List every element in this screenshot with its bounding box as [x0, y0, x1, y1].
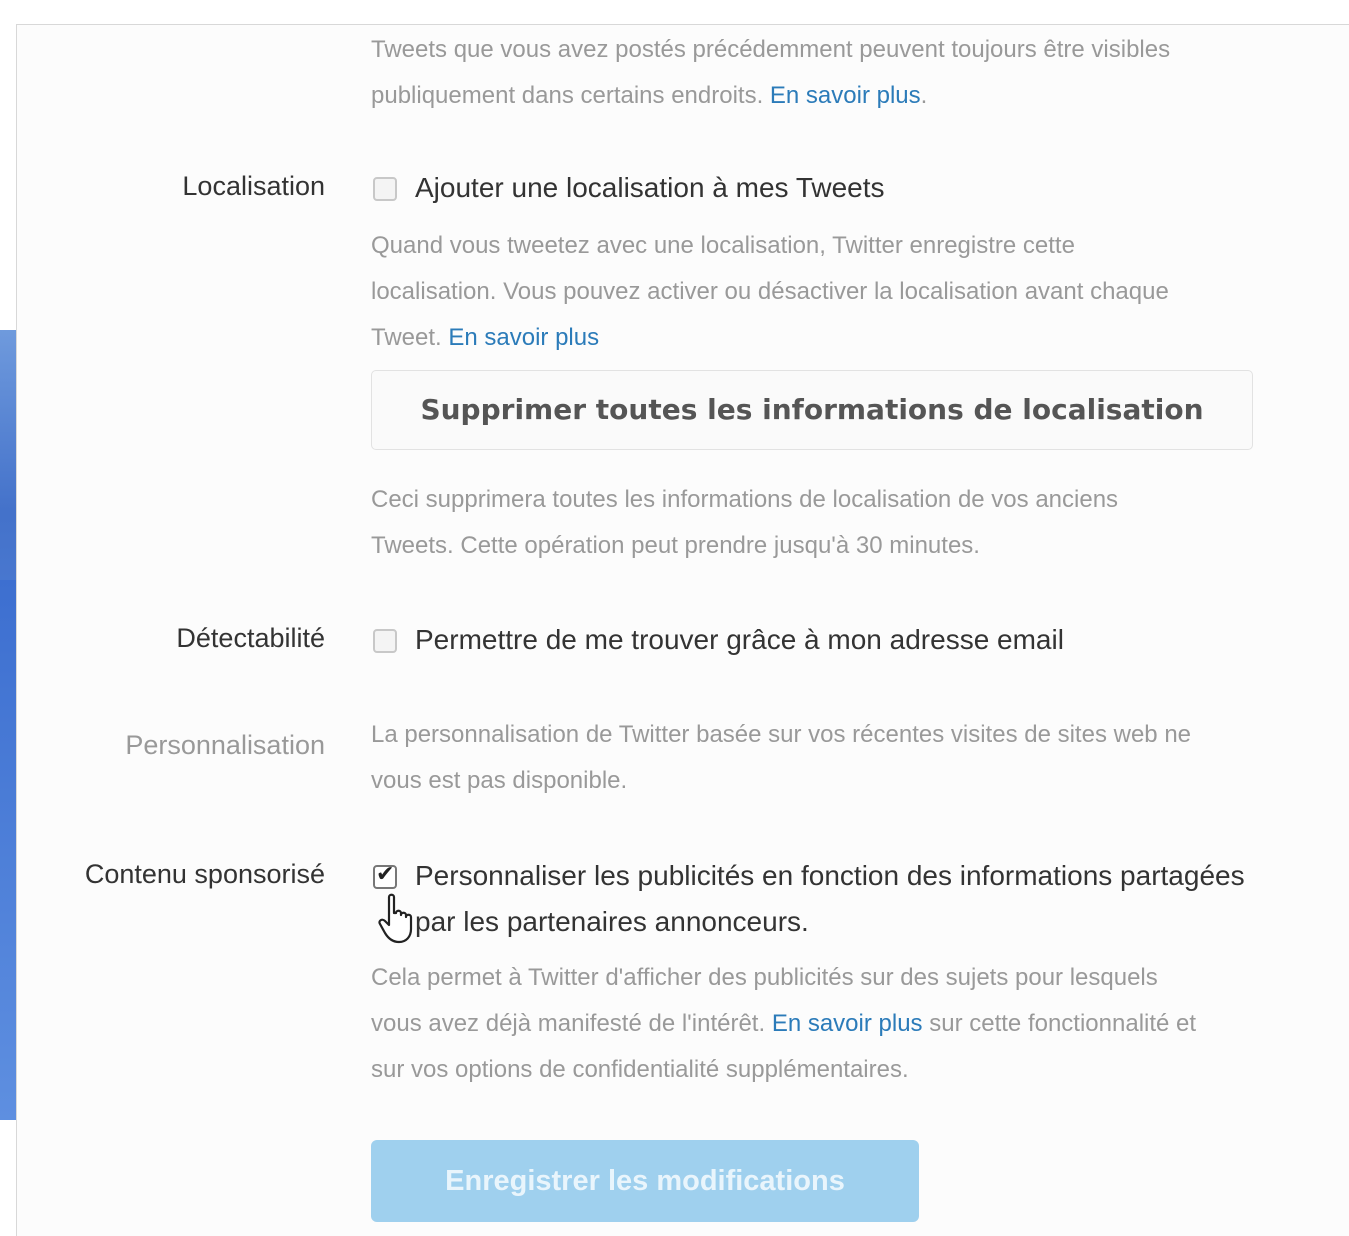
sponsored-content-checkbox-label-line2[interactable]: par les partenaires annonceurs.: [415, 899, 1245, 945]
previous-tweets-help-line2: publiquement dans certains endroits. En …: [371, 73, 1170, 119]
sponsored-content-help: Cela permet à Twitter d'afficher des pub…: [371, 955, 1196, 1093]
sponsored-content-help-line3: sur vos options de confidentialité suppl…: [371, 1056, 909, 1083]
privacy-settings-panel: Tweets que vous avez postés précédemment…: [16, 24, 1349, 1236]
delete-location-help: Ceci supprimera toutes les informations …: [371, 477, 1118, 569]
location-checkbox-label[interactable]: Ajouter une localisation à mes Tweets: [415, 165, 885, 211]
delete-location-help-line2: Tweets. Cette opération peut prendre jus…: [371, 532, 980, 559]
hand-cursor-icon: [378, 893, 413, 944]
location-learn-more-link[interactable]: En savoir plus: [448, 324, 599, 351]
delete-location-button[interactable]: Supprimer toutes les informations de loc…: [371, 370, 1253, 450]
location-label: Localisation: [182, 171, 325, 201]
location-help-line1: Quand vous tweetez avec une localisation…: [371, 232, 1075, 259]
sponsored-content-help-text: vous avez déjà manifesté de l'intérêt.: [371, 1010, 772, 1037]
sponsored-content-checkbox-label[interactable]: Personnaliser les publicités en fonction…: [415, 853, 1245, 945]
background-strip: [0, 580, 16, 1120]
previous-tweets-help: Tweets que vous avez postés précédemment…: [371, 27, 1170, 119]
discoverability-checkbox[interactable]: [373, 629, 397, 653]
save-changes-button[interactable]: Enregistrer les modifications: [371, 1140, 919, 1222]
discoverability-label: Détectabilité: [176, 623, 325, 653]
location-help-text: Tweet.: [371, 324, 449, 351]
discoverability-checkbox-label[interactable]: Permettre de me trouver grâce à mon adre…: [415, 617, 1064, 663]
personalization-help-line1: La personnalisation de Twitter basée sur…: [371, 721, 1192, 748]
sponsored-content-help-line2: vous avez déjà manifesté de l'intérêt. E…: [371, 1001, 1196, 1047]
sponsored-content-checkbox[interactable]: [373, 862, 397, 889]
personalization-help-line2: vous est pas disponible.: [371, 767, 628, 794]
location-help-line3: Tweet. En savoir plus: [371, 315, 1169, 361]
previous-tweets-help-line1: Tweets que vous avez postés précédemment…: [371, 36, 1171, 63]
previous-tweets-help-period: .: [920, 82, 928, 109]
sponsored-content-label: Contenu sponsorisé: [84, 859, 325, 889]
delete-location-help-line1: Ceci supprimera toutes les informations …: [371, 486, 1119, 513]
previous-tweets-help-text: publiquement dans certains endroits.: [371, 82, 770, 109]
sponsored-learn-more-link[interactable]: En savoir plus: [772, 1010, 923, 1037]
personalization-label: Personnalisation: [125, 730, 325, 760]
learn-more-link[interactable]: En savoir plus: [770, 82, 921, 109]
location-checkbox[interactable]: [373, 177, 397, 201]
location-help: Quand vous tweetez avec une localisation…: [371, 223, 1169, 361]
location-help-line2: localisation. Vous pouvez activer ou dés…: [371, 278, 1169, 305]
personalization-help: La personnalisation de Twitter basée sur…: [371, 712, 1191, 804]
sponsored-content-checkbox-label-line1[interactable]: Personnaliser les publicités en fonction…: [415, 853, 1245, 899]
sponsored-content-help-line1: Cela permet à Twitter d'afficher des pub…: [371, 964, 1158, 991]
sponsored-content-help-text-end: sur cette fonctionnalité et: [922, 1010, 1197, 1037]
